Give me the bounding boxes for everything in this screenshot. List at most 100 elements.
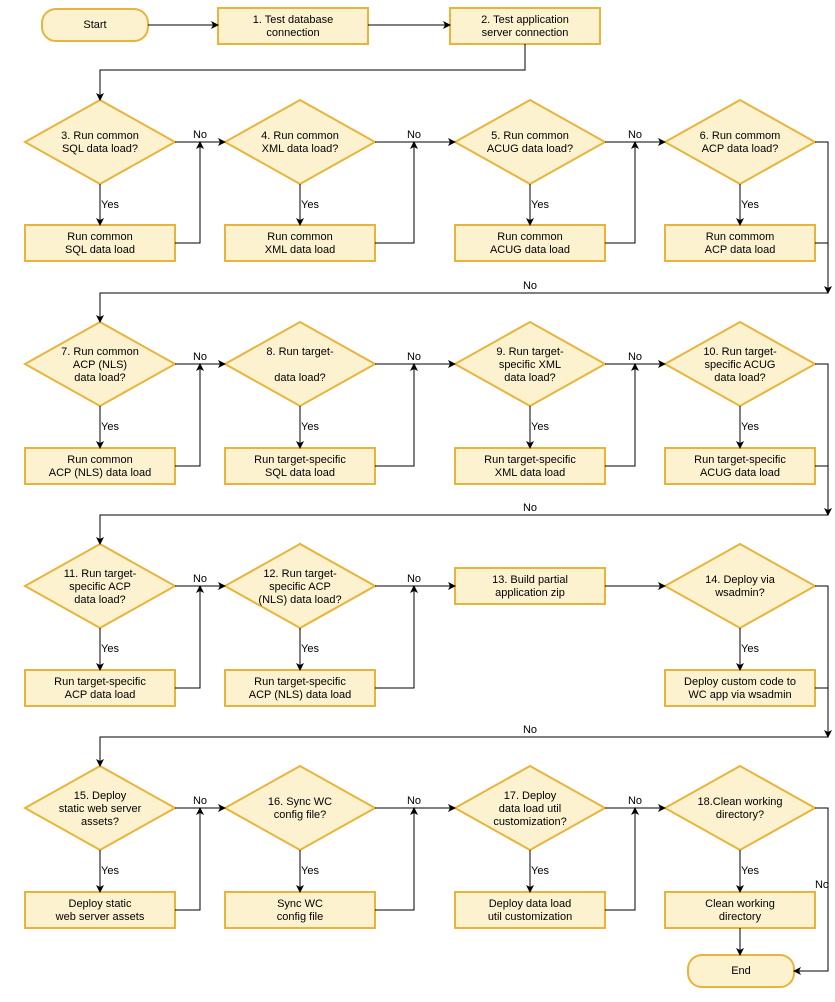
svg-text:wsadmin?: wsadmin? [714,587,765,599]
step-15-decision: 15. Deploystatic web serverassets? [25,766,175,850]
step-9-decision: 9. Run target-specific XMLdata load? [455,322,605,406]
svg-text:Run target-specific: Run target-specific [54,676,146,688]
svg-text:data load?: data load? [274,372,325,384]
start-node: Start [42,9,148,41]
svg-text:data load?: data load? [74,594,125,606]
svg-text:Run common: Run common [497,231,562,243]
step-17-decision: 17. Deploydata load utilcustomization? [455,766,605,850]
step-17-action: Deploy data loadutil customization [455,892,605,928]
svg-text:No: No [193,573,207,585]
svg-text:6. Run commom: 6. Run commom [700,130,781,142]
svg-text:Yes: Yes [301,199,319,211]
svg-text:14. Deploy via: 14. Deploy via [705,574,776,586]
step-13-build-zip: 13. Build partialapplication zip [455,568,605,604]
step-12-decision: 12. Run target-specific ACP(NLS) data lo… [225,544,375,628]
svg-text:Clean working: Clean working [705,898,775,910]
step-8-action: Run target-specificSQL data load [225,448,375,484]
step-12-action: Run target-specificACP (NLS) data load [225,670,375,706]
svg-text:No: No [523,280,537,292]
svg-text:ACUG data load?: ACUG data load? [487,143,573,155]
step-18-action: Clean workingdirectory [665,892,815,928]
step-6-decision: 6. Run commomACP data load? [665,100,815,184]
svg-text:Yes: Yes [301,643,319,655]
step-5-action: Run commonACUG data load [455,225,605,261]
svg-text:data load?: data load? [504,372,555,384]
svg-text:End: End [731,965,751,977]
svg-text:No: No [523,724,537,736]
svg-text:No: No [193,795,207,807]
svg-text:1. Test database: 1. Test database [253,14,334,26]
svg-text:No: No [193,129,207,141]
svg-text:Yes: Yes [101,643,119,655]
svg-text:No: No [628,795,642,807]
svg-text:No: No [815,879,829,891]
svg-text:XML data load: XML data load [265,244,336,256]
svg-text:data load?: data load? [714,372,765,384]
svg-text:Run target-specific: Run target-specific [484,454,576,466]
svg-text:Yes: Yes [301,865,319,877]
step-4-decision: 4. Run commonXML data load? [225,100,375,184]
svg-text:4. Run common: 4. Run common [261,130,339,142]
svg-text:data load util: data load util [499,803,561,815]
svg-text:config file: config file [277,911,323,923]
svg-text:5. Run common: 5. Run common [491,130,569,142]
svg-text:Run target-specific: Run target-specific [254,454,346,466]
step-7-action: Run commonACP (NLS) data load [25,448,175,484]
step-8-decision: 8. Run target-data load? [225,322,375,406]
svg-text:16. Sync WC: 16. Sync WC [268,796,332,808]
step-7-decision: 7. Run commonACP (NLS)data load? [25,322,175,406]
svg-text:18.Clean working: 18.Clean working [698,796,783,808]
step-3-decision: 3. Run commonSQL data load? [25,100,175,184]
svg-text:ACUG data load: ACUG data load [490,244,570,256]
step-1-test-db: 1. Test databaseconnection [218,8,368,44]
svg-text:WC app via wsadmin: WC app via wsadmin [688,689,791,701]
svg-text:Run commom: Run commom [706,231,774,243]
svg-text:customization?: customization? [493,816,566,828]
step-10-decision: 10. Run target-specific ACUGdata load? [665,322,815,406]
svg-text:Yes: Yes [101,865,119,877]
step-16-action: Sync WCconfig file [225,892,375,928]
svg-text:data load?: data load? [74,372,125,384]
svg-text:Yes: Yes [531,199,549,211]
step-11-action: Run target-specificACP data load [25,670,175,706]
svg-text:8. Run target-: 8. Run target- [266,346,334,358]
svg-text:Yes: Yes [741,199,759,211]
svg-text:13. Build partial: 13. Build partial [492,574,568,586]
svg-text:No: No [628,351,642,363]
step-10-action: Run target-specificACUG data load [665,448,815,484]
svg-text:Deploy custom code to: Deploy custom code to [684,676,796,688]
svg-text:application zip: application zip [495,587,565,599]
svg-text:ACP (NLS) data load: ACP (NLS) data load [249,689,352,701]
svg-text:directory: directory [719,911,762,923]
svg-text:Yes: Yes [101,421,119,433]
end-node: End [688,955,794,987]
svg-text:Start: Start [83,19,106,31]
svg-text:SQL data load?: SQL data load? [62,143,138,155]
svg-text:Run target-specific: Run target-specific [694,454,786,466]
svg-text:SQL data load: SQL data load [65,244,135,256]
svg-text:15. Deploy: 15. Deploy [74,790,127,802]
svg-text:No: No [628,129,642,141]
step-6-action: Run commomACP data load [665,225,815,261]
svg-text:SQL data load: SQL data load [265,467,335,479]
svg-text:Sync WC: Sync WC [277,898,323,910]
svg-text:specific ACUG: specific ACUG [705,359,776,371]
step-14-action: Deploy custom code toWC app via wsadmin [665,670,815,706]
svg-text:ACP data load: ACP data load [65,689,136,701]
svg-text:Yes: Yes [741,865,759,877]
step-3-action: Run commonSQL data load [25,225,175,261]
svg-text:connection: connection [266,27,319,39]
svg-text:No: No [407,573,421,585]
svg-text:3. Run common: 3. Run common [61,130,139,142]
flowchart-diagram: Start End 1. Test databaseconnection 2. … [0,0,835,1002]
svg-text:ACP (NLS): ACP (NLS) [73,359,127,371]
svg-text:server connection: server connection [482,27,569,39]
step-15-action: Deploy staticweb server assets [25,892,175,928]
svg-text:Run common: Run common [67,231,132,243]
svg-text:Yes: Yes [101,199,119,211]
svg-text:Yes: Yes [301,421,319,433]
step-16-decision: 16. Sync WCconfig file? [225,766,375,850]
svg-text:No: No [193,351,207,363]
svg-text:11. Run target-: 11. Run target- [64,568,137,580]
svg-text:12. Run target-: 12. Run target- [263,568,337,580]
